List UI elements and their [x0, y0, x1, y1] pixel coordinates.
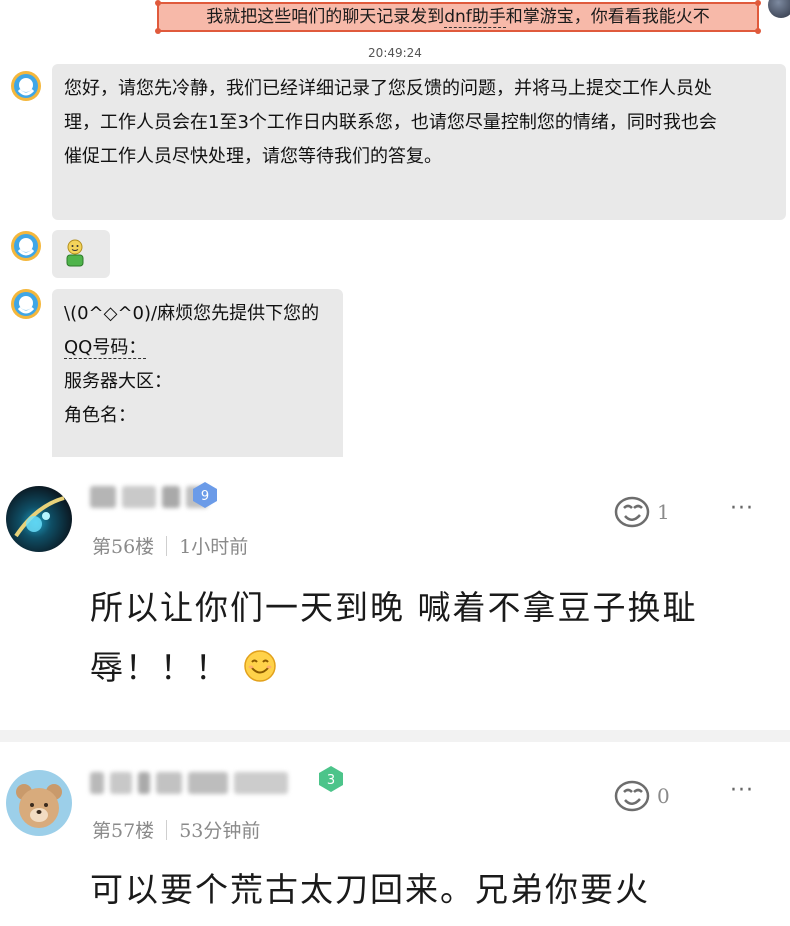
divider	[0, 730, 790, 742]
outgoing-message-prefix: 我就把这些咱们的聊天记录发到	[206, 7, 445, 27]
comment-line: 所以让你们一天到晚 喊着不拿豆子换耻	[90, 588, 698, 627]
avatar-art-icon	[14, 496, 65, 538]
message-line: 催促工作人员尽快处理，请您等待我们的答复。	[64, 146, 442, 167]
chat-window: 我就把这些咱们的聊天记录发到dnf助手和掌游宝，你看看我能火不 20:49:24…	[0, 0, 790, 462]
incoming-message: 您好，请您先冷静，我们已经详细记录了您反馈的问题，并将马上提交工作人员处 理，工…	[52, 64, 786, 220]
comment-time: 1小时前	[179, 536, 249, 558]
outgoing-message: 我就把这些咱们的聊天记录发到dnf助手和掌游宝，你看看我能火不	[155, 0, 761, 34]
bear-avatar-icon	[16, 784, 62, 828]
comment-text: 所以让你们一天到晚 喊着不拿豆子换耻 辱！！！	[90, 578, 770, 698]
floor-number: 第56楼	[92, 536, 155, 558]
comment-meta: 第56楼 1小时前	[92, 532, 248, 559]
comment-item: 9 第56楼 1小时前 1 ··· 所以让你们一天到晚 喊着不拿豆子换耻 辱！！！	[0, 462, 790, 730]
avatar[interactable]	[6, 770, 72, 836]
outgoing-message-suffix: 和掌游宝，你看看我能火不	[505, 7, 710, 27]
message-line: 理，工作人员会在1至3个工作日内联系您，也请您尽量控制您的情绪，同时我也会	[64, 112, 717, 133]
comment-item: 3 第57楼 53分钟前 0 ··· 可以要个荒古太刀回来。兄弟你要火	[0, 742, 790, 926]
qq-service-icon[interactable]	[10, 230, 42, 262]
qq-service-icon[interactable]	[10, 288, 42, 320]
comment-time: 53分钟前	[179, 820, 261, 842]
level-badge-icon: 3	[319, 766, 343, 792]
floor-number: 第57楼	[92, 820, 155, 842]
message-line: \(0^◇^0)/麻烦您先提供下您的	[64, 303, 320, 324]
incoming-emoji-message	[52, 230, 110, 278]
incoming-message: \(0^◇^0)/麻烦您先提供下您的 QQ号码： 服务器大区： 角色名：	[52, 289, 343, 457]
like-count: 1	[657, 500, 670, 524]
qq-service-icon[interactable]	[10, 70, 42, 102]
level-badge-icon: 9	[193, 482, 217, 508]
username-blurred[interactable]	[90, 770, 288, 796]
comment-line: 辱！！！	[90, 648, 230, 687]
chat-timestamp: 20:49:24	[368, 46, 422, 60]
cartoon-man-emoji-icon	[66, 239, 84, 267]
avatar[interactable]	[6, 486, 72, 552]
like-icon[interactable]	[612, 778, 652, 814]
level-number: 9	[201, 489, 209, 504]
message-line: 角色名：	[64, 405, 136, 426]
comment-text: 可以要个荒古太刀回来。兄弟你要火	[90, 860, 770, 920]
comment-line: 可以要个荒古太刀回来。兄弟你要火	[90, 870, 650, 909]
message-line: 服务器大区：	[64, 371, 172, 392]
user-avatar[interactable]	[768, 0, 790, 18]
more-icon[interactable]: ···	[730, 778, 754, 803]
outgoing-message-link[interactable]: dnf助手	[444, 7, 506, 28]
smile-emoji-icon	[243, 650, 276, 682]
comment-meta: 第57楼 53分钟前	[92, 816, 260, 843]
like-icon[interactable]	[612, 494, 652, 530]
level-number: 3	[327, 773, 335, 788]
more-icon[interactable]: ···	[730, 496, 754, 521]
like-count: 0	[657, 784, 670, 808]
message-line: QQ号码：	[64, 337, 147, 359]
message-line: 您好，请您先冷静，我们已经详细记录了您反馈的问题，并将马上提交工作人员处	[64, 78, 712, 99]
